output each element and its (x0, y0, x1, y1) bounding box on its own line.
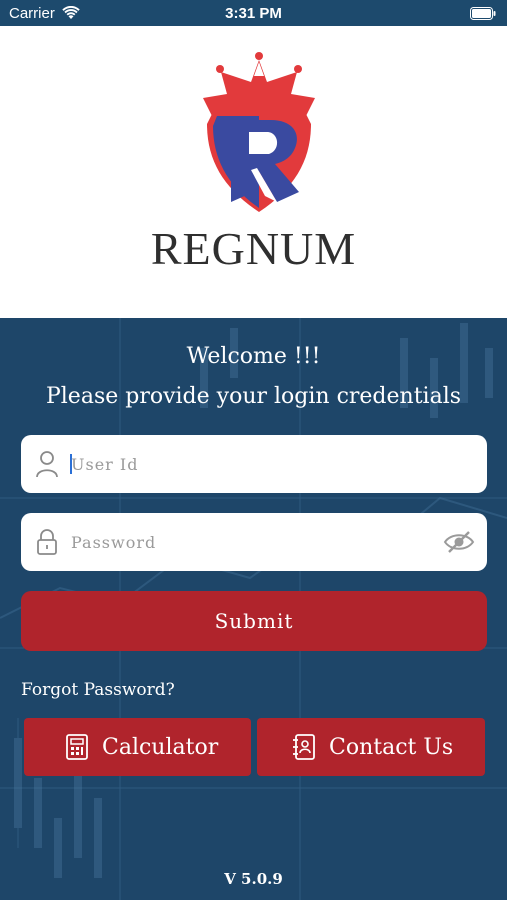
user-id-field[interactable] (21, 435, 487, 493)
submit-button[interactable]: Submit (21, 591, 487, 651)
login-panel: Welcome !!! Please provide your login cr… (0, 318, 507, 900)
app-version: V 5.0.9 (224, 870, 283, 888)
eye-toggle-icon[interactable] (443, 529, 475, 555)
password-field[interactable] (21, 513, 487, 571)
contact-us-button[interactable]: Contact Us (257, 718, 485, 776)
status-time: 3:31 PM (225, 5, 282, 22)
battery-icon (470, 7, 496, 20)
contact-us-label: Contact Us (329, 734, 454, 760)
status-bar: Carrier 3:31 PM (0, 0, 507, 26)
login-instruction: Please provide your login credentials (45, 384, 462, 409)
calculator-label: Calculator (102, 734, 219, 760)
calculator-icon (66, 734, 88, 760)
forgot-password-link[interactable]: Forgot Password? (21, 680, 175, 700)
brand-name: REGNUM (150, 223, 357, 274)
contact-icon (293, 734, 315, 760)
welcome-heading: Welcome !!! (186, 344, 321, 369)
calculator-button[interactable]: Calculator (24, 718, 251, 776)
user-id-input[interactable] (71, 435, 431, 493)
password-input[interactable] (71, 513, 431, 571)
lock-icon (37, 529, 57, 555)
user-icon (36, 451, 58, 478)
regnum-logo (203, 52, 315, 212)
logo-area: REGNUM (0, 26, 507, 318)
